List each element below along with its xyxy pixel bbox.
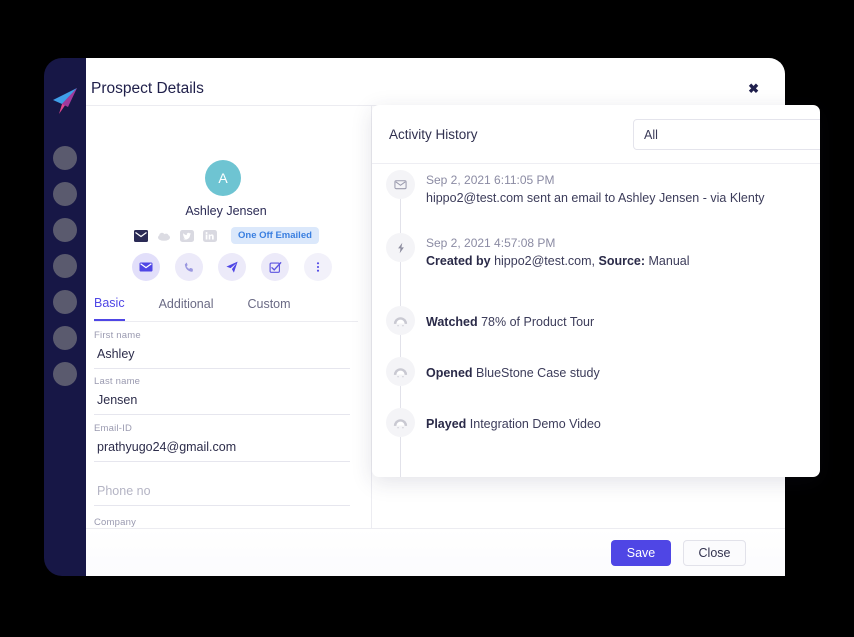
sidebar-nav-dot[interactable] [53, 290, 77, 314]
activity-item: Played Integration Demo Video [386, 408, 601, 437]
lightning-bolt-icon [386, 233, 415, 262]
activity-content: Played Integration Demo Video [426, 408, 601, 437]
activity-description: Watched 78% of Product Tour [426, 313, 594, 332]
close-icon[interactable]: ✖ [748, 82, 759, 95]
activity-header: Activity History All [372, 105, 820, 164]
activity-description: Created by hippo2@test.com, Source: Manu… [426, 252, 690, 271]
phone-icon [183, 261, 196, 274]
field-label: Email-ID [94, 423, 350, 434]
activity-value: Integration Demo Video [466, 417, 601, 431]
activity-item: Sep 2, 2021 6:11:05 PM hippo2@test.com s… [386, 170, 765, 208]
last-name-input[interactable] [94, 387, 350, 415]
send-email-button[interactable] [132, 253, 160, 281]
sidebar-nav-dot[interactable] [53, 326, 77, 350]
activity-title: Activity History [389, 127, 478, 142]
avatar: A [205, 160, 241, 196]
activity-filter-value: All [644, 128, 658, 142]
activity-content: Sep 2, 2021 4:57:08 PM Created by hippo2… [426, 233, 690, 271]
activity-content: Watched 78% of Product Tour [426, 306, 594, 335]
tab-custom[interactable]: Custom [247, 296, 290, 321]
activity-label: Opened [426, 366, 473, 380]
activity-value: hippo2@test.com, [491, 254, 599, 268]
action-button-row [132, 253, 332, 281]
save-button[interactable]: Save [611, 540, 671, 566]
tab-additional[interactable]: Additional [159, 296, 214, 321]
prospect-name: Ashley Jensen [80, 204, 372, 218]
email-field[interactable] [94, 434, 350, 462]
field-company: Company [94, 517, 350, 528]
email-icon[interactable] [134, 229, 148, 243]
activity-filter-select[interactable]: All [633, 119, 820, 150]
activity-timestamp: Sep 2, 2021 4:57:08 PM [426, 235, 690, 252]
activity-label: Played [426, 417, 466, 431]
activity-value: 78% of Product Tour [478, 315, 595, 329]
video-icon [386, 408, 415, 437]
activity-history-panel: Activity History All Sep 2, 2021 6:11:05… [372, 105, 820, 477]
activity-label: Watched [426, 315, 478, 329]
activity-value: BlueStone Case study [473, 366, 600, 380]
tab-basic[interactable]: Basic [94, 296, 125, 321]
twitter-icon[interactable] [180, 229, 194, 243]
sidebar-nav-dot[interactable] [53, 182, 77, 206]
detail-tabs: Basic Additional Custom [94, 296, 358, 322]
checkbox-icon [269, 261, 282, 274]
activity-item: Opened BlueStone Case study [386, 357, 600, 386]
activity-value-2: Manual [645, 254, 689, 268]
screenshot-stage: Prospect Details ✖ A Ashley Jensen [0, 0, 854, 637]
sidebar-nav-dot[interactable] [53, 146, 77, 170]
window-footer: Save Close [80, 528, 785, 576]
field-last-name: Last name [94, 376, 350, 415]
video-icon [386, 306, 415, 335]
video-icon [386, 357, 415, 386]
activity-item: Watched 78% of Product Tour [386, 306, 594, 335]
envelope-outline-icon [386, 170, 415, 199]
cancel-button[interactable]: Close [683, 540, 746, 566]
field-label: Last name [94, 376, 350, 387]
sidebar-nav-dot[interactable] [53, 218, 77, 242]
activity-description: Played Integration Demo Video [426, 415, 601, 434]
cloud-icon[interactable] [157, 229, 171, 243]
status-badge: One Off Emailed [231, 227, 319, 244]
page-title: Prospect Details [91, 80, 204, 98]
field-email-id: Email-ID [94, 423, 350, 462]
sidebar-nav-dot[interactable] [53, 254, 77, 278]
avatar-initial: A [218, 170, 227, 186]
app-sidebar [44, 58, 86, 576]
task-button[interactable] [261, 253, 289, 281]
activity-timestamp: Sep 2, 2021 6:11:05 PM [426, 172, 765, 189]
social-icon-row: One Off Emailed [134, 227, 319, 244]
field-label: First name [94, 330, 350, 341]
window-header: Prospect Details ✖ [80, 58, 785, 106]
activity-item: Sep 2, 2021 4:57:08 PM Created by hippo2… [386, 233, 690, 271]
paper-plane-icon [225, 260, 239, 274]
first-name-input[interactable] [94, 341, 350, 369]
activity-label-2: Source: [599, 254, 646, 268]
field-first-name: First name [94, 330, 350, 369]
envelope-icon [139, 260, 153, 274]
call-button[interactable] [175, 253, 203, 281]
activity-content: Opened BlueStone Case study [426, 357, 600, 386]
activity-content: Sep 2, 2021 6:11:05 PM hippo2@test.com s… [426, 170, 765, 208]
field-phone-no [94, 478, 350, 506]
activity-label: Created by [426, 254, 491, 268]
kebab-menu-icon [312, 261, 324, 273]
sidebar-nav-dot[interactable] [53, 362, 77, 386]
more-options-button[interactable] [304, 253, 332, 281]
activity-description: Opened BlueStone Case study [426, 364, 600, 383]
field-label: Company [94, 517, 350, 528]
prospect-detail-column: A Ashley Jensen [80, 106, 372, 528]
send-now-button[interactable] [218, 253, 246, 281]
paper-plane-logo [48, 84, 82, 118]
activity-description: hippo2@test.com sent an email to Ashley … [426, 189, 765, 208]
phone-input[interactable] [94, 478, 350, 506]
linkedin-icon[interactable] [203, 229, 217, 243]
